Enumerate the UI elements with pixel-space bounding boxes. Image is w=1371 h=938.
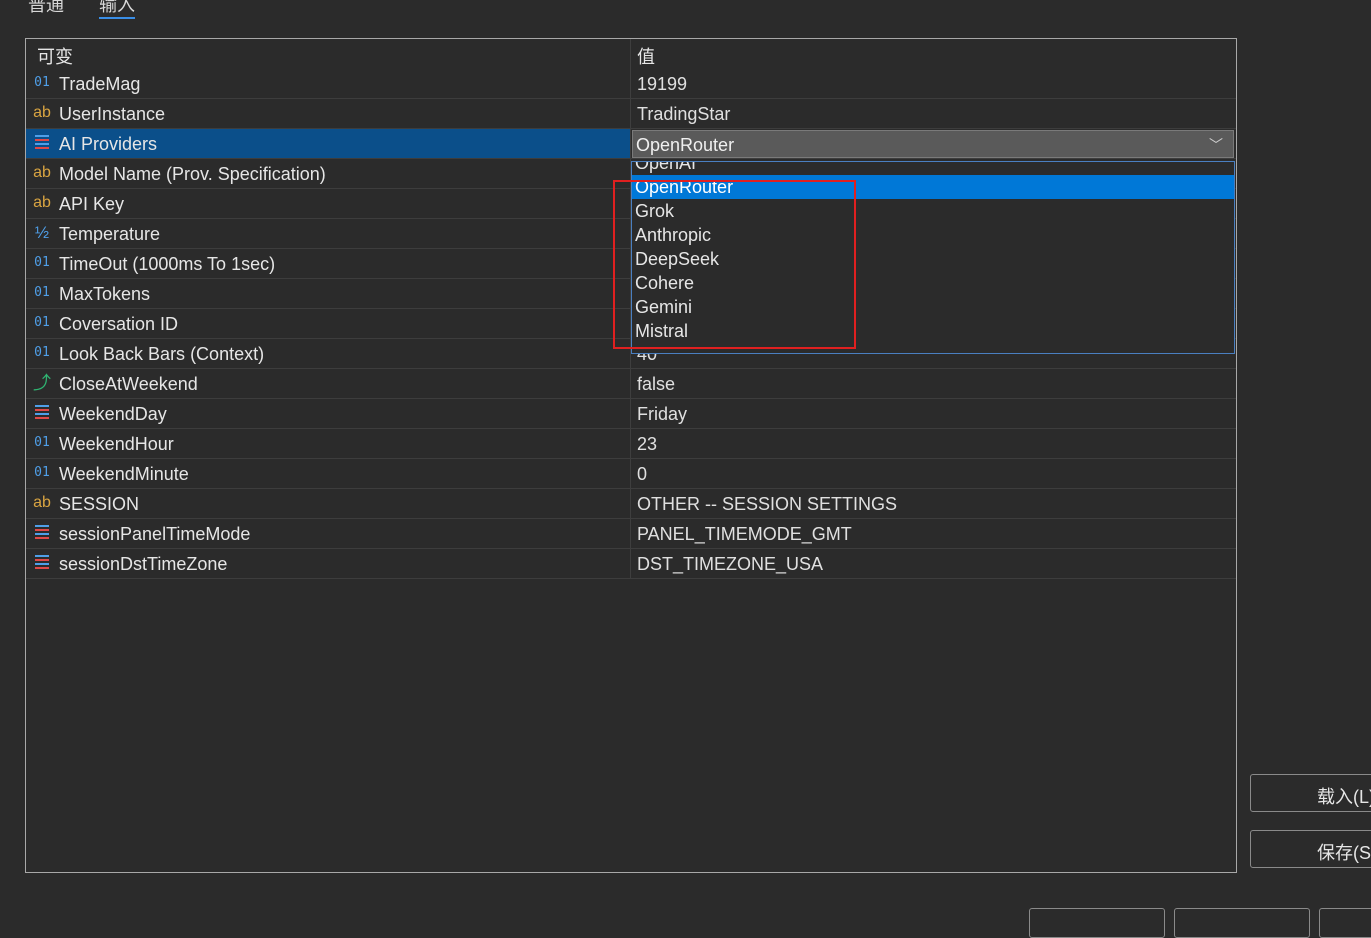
tab-general[interactable]: 普通 — [28, 0, 64, 17]
variable-value: 23 — [637, 434, 658, 454]
variable-name: CloseAtWeekend — [59, 374, 198, 394]
value-cell[interactable]: PANEL_TIMEMODE_GMT — [631, 519, 1236, 548]
variable-cell[interactable]: sessionDstTimeZone — [26, 549, 630, 578]
number-icon: 01 — [34, 285, 50, 300]
bool-icon: ⤴ — [33, 373, 51, 393]
variable-name: WeekendHour — [59, 434, 174, 454]
variable-cell[interactable]: 01 TimeOut (1000ms To 1sec) — [26, 249, 630, 278]
variable-cell[interactable]: AI Providers — [26, 129, 630, 158]
value-cell[interactable]: false — [631, 369, 1236, 398]
variable-name: Coversation ID — [59, 314, 179, 334]
bottom-button-3[interactable] — [1319, 908, 1371, 938]
string-icon: ab — [33, 104, 51, 121]
enum-icon — [32, 405, 52, 423]
enum-icon — [32, 135, 52, 153]
ai-providers-select[interactable]: OpenRouter ﹀ — [632, 130, 1234, 158]
bottom-button-2[interactable] — [1174, 908, 1310, 938]
number-icon: 01 — [34, 315, 50, 330]
number-icon: 01 — [34, 255, 50, 270]
value-cell[interactable]: DST_TIMEZONE_USA — [631, 549, 1236, 578]
variable-value: 0 — [637, 464, 648, 484]
number-icon: 01 — [34, 75, 50, 90]
value-cell[interactable]: TradingStar — [631, 99, 1236, 128]
variable-cell[interactable]: ab UserInstance — [26, 99, 630, 128]
variable-value: PANEL_TIMEMODE_GMT — [637, 524, 852, 544]
variable-cell[interactable]: ab API Key — [26, 189, 630, 218]
variable-cell[interactable]: ½ Temperature — [26, 219, 630, 248]
value-cell[interactable]: 23 — [631, 429, 1236, 458]
enum-icon — [32, 525, 52, 543]
string-icon: ab — [33, 194, 51, 211]
variable-value: TradingStar — [637, 104, 731, 124]
table-row[interactable]: sessionDstTimeZone DST_TIMEZONE_USA — [26, 549, 1236, 579]
variable-name: sessionPanelTimeMode — [59, 524, 251, 544]
variable-name: Look Back Bars (Context) — [59, 344, 265, 364]
variable-cell[interactable]: sessionPanelTimeMode — [26, 519, 630, 548]
table-row[interactable]: ab UserInstance TradingStar — [26, 99, 1236, 129]
variable-value: OTHER -- SESSION SETTINGS — [637, 494, 898, 514]
number-icon: 01 — [34, 345, 50, 360]
table-row[interactable]: WeekendDay Friday — [26, 399, 1236, 429]
value-cell[interactable]: OTHER -- SESSION SETTINGS — [631, 489, 1236, 518]
variable-name: MaxTokens — [59, 284, 151, 304]
variable-value: Friday — [637, 404, 688, 424]
input-parameters-grid: 可变 值 01 TradeMag 19199 ab UserInstance Tradin… — [25, 38, 1237, 873]
variable-cell[interactable]: 01 Look Back Bars (Context) — [26, 339, 630, 368]
header-value[interactable]: 值 — [637, 43, 655, 69]
variable-name: AI Providers — [59, 134, 158, 154]
value-cell[interactable]: 0 — [631, 459, 1236, 488]
variable-name: WeekendDay — [59, 404, 167, 424]
variable-cell[interactable]: 01 TradeMag — [26, 69, 630, 98]
tab-inputs[interactable]: 输入 — [99, 0, 135, 17]
grid-header: 可变 值 — [26, 39, 1236, 69]
value-cell[interactable]: Friday — [631, 399, 1236, 428]
variable-value: false — [637, 374, 676, 394]
variable-value: 19199 — [637, 74, 688, 94]
save-button-label: 保存(S) — [1317, 843, 1371, 863]
variable-cell[interactable]: 01 Coversation ID — [26, 309, 630, 338]
variable-name: WeekendMinute — [59, 464, 189, 484]
variable-cell[interactable]: 01 WeekendHour — [26, 429, 630, 458]
table-row[interactable]: 01 TradeMag 19199 — [26, 69, 1236, 99]
value-cell[interactable]: 19199 — [631, 69, 1236, 98]
variable-cell[interactable]: ⤴ CloseAtWeekend — [26, 369, 630, 398]
fraction-icon: ½ — [34, 223, 50, 242]
table-row[interactable]: 01 WeekendHour 23 — [26, 429, 1236, 459]
string-icon: ab — [33, 164, 51, 181]
variable-name: TradeMag — [59, 74, 141, 94]
string-icon: ab — [33, 494, 51, 511]
variable-name: Temperature — [59, 224, 161, 244]
variable-cell[interactable]: ab Model Name (Prov. Specification) — [26, 159, 630, 188]
active-tab-indicator — [99, 17, 135, 19]
header-variable[interactable]: 可变 — [37, 43, 73, 69]
variable-name: API Key — [59, 194, 125, 214]
variable-name: TimeOut (1000ms To 1sec) — [59, 254, 276, 274]
variable-cell[interactable]: 01 WeekendMinute — [26, 459, 630, 488]
enum-icon — [32, 555, 52, 573]
variable-name: SESSION — [59, 494, 140, 514]
number-icon: 01 — [34, 465, 50, 480]
save-button[interactable]: 保存(S) — [1250, 830, 1371, 868]
chevron-down-icon[interactable]: ﹀ — [1209, 135, 1223, 155]
variable-cell[interactable]: WeekendDay — [26, 399, 630, 428]
table-row[interactable]: ab SESSION OTHER -- SESSION SETTINGS — [26, 489, 1236, 519]
tab-bar: 普通 输入 — [0, 0, 300, 30]
variable-name: Model Name (Prov. Specification) — [59, 164, 326, 184]
table-row[interactable]: sessionPanelTimeMode PANEL_TIMEMODE_GMT — [26, 519, 1236, 549]
table-row[interactable]: 01 WeekendMinute 0 — [26, 459, 1236, 489]
select-value: OpenRouter — [636, 135, 735, 155]
dropdown-option-label: OpenAI — [635, 161, 697, 173]
load-button-label: 载入(L) — [1317, 787, 1371, 807]
variable-cell[interactable]: ab SESSION — [26, 489, 630, 518]
variable-name: UserInstance — [59, 104, 166, 124]
variable-cell[interactable]: 01 MaxTokens — [26, 279, 630, 308]
load-button[interactable]: 载入(L) — [1250, 774, 1371, 812]
variable-name: sessionDstTimeZone — [59, 554, 228, 574]
number-icon: 01 — [34, 435, 50, 450]
table-row[interactable]: ⤴ CloseAtWeekend false — [26, 369, 1236, 399]
annotation-highlight-box — [613, 180, 856, 349]
variable-value: DST_TIMEZONE_USA — [637, 554, 824, 574]
dropdown-option[interactable]: OpenAI — [632, 161, 1234, 175]
bottom-button-1[interactable] — [1029, 908, 1165, 938]
